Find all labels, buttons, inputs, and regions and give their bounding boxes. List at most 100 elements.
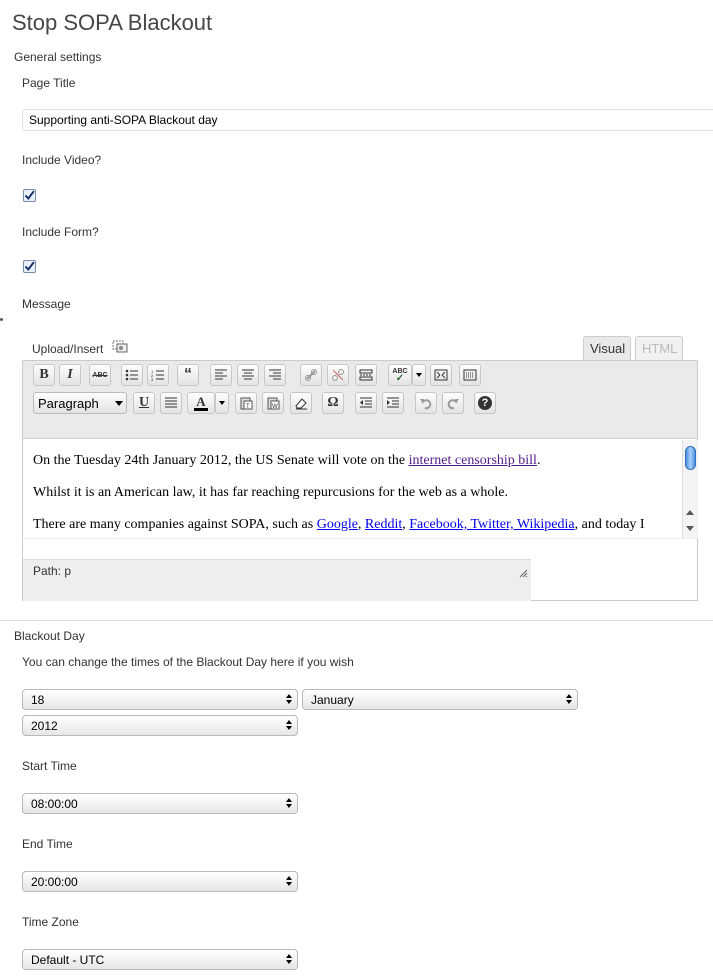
outdent-button[interactable]: [355, 392, 377, 414]
include-video-checkbox[interactable]: [23, 189, 36, 202]
year-select[interactable]: 2012: [22, 715, 298, 736]
unlink-button[interactable]: [327, 364, 349, 386]
facebook-twitter-wikipedia-link[interactable]: Facebook, Twitter, Wikipedia: [409, 517, 574, 532]
resize-handle-icon[interactable]: [518, 568, 528, 578]
align-right-button[interactable]: [264, 364, 286, 386]
end-time-select[interactable]: 20:00:00: [22, 871, 298, 892]
paragraph-text: On the Tuesday 24th January 2012, the US…: [33, 453, 409, 468]
align-left-button[interactable]: [210, 364, 232, 386]
indent-button[interactable]: [382, 392, 404, 414]
start-time-value: 08:00:00: [31, 797, 78, 811]
tab-visual[interactable]: Visual: [583, 336, 631, 360]
strikethrough-button[interactable]: ABC: [89, 364, 111, 386]
google-link[interactable]: Google: [317, 517, 358, 532]
paragraph-text: .: [536, 453, 541, 468]
editor-content[interactable]: On the Tuesday 24th January 2012, the US…: [33, 453, 673, 549]
scrollbar-thumb[interactable]: [685, 446, 696, 470]
undo-button[interactable]: [415, 392, 437, 414]
link-icon: [305, 369, 317, 381]
bold-button[interactable]: B: [33, 364, 55, 386]
text-color-button[interactable]: A: [187, 392, 215, 414]
editor-scrollbar[interactable]: [682, 440, 698, 538]
paste-text-button[interactable]: T: [235, 392, 257, 414]
path-text: Path: p: [33, 564, 72, 578]
end-time-value: 20:00:00: [31, 875, 78, 889]
eraser-icon: [295, 398, 307, 410]
svg-text:W: W: [272, 404, 278, 410]
chevron-down-icon: [219, 401, 225, 405]
day-select[interactable]: 18: [22, 689, 298, 710]
time-zone-select[interactable]: Default - UTC: [22, 949, 298, 970]
align-center-icon: [242, 369, 254, 380]
checkmark-icon: ✓: [395, 373, 405, 384]
bullet-list-button[interactable]: [121, 364, 143, 386]
help-icon: ?: [478, 396, 492, 410]
underline-button[interactable]: U: [133, 392, 155, 414]
updown-arrows-icon: [286, 954, 292, 964]
start-time-select[interactable]: 08:00:00: [22, 793, 298, 814]
color-swatch: [194, 407, 208, 411]
scroll-down-icon[interactable]: [686, 526, 694, 531]
kitchen-sink-icon: [463, 369, 477, 381]
add-media-icon[interactable]: [112, 340, 128, 357]
page-title: Stop SOPA Blackout: [12, 10, 213, 35]
updown-arrows-icon: [286, 876, 292, 886]
numbered-list-icon: 123: [151, 369, 164, 381]
message-label: Message: [22, 297, 71, 311]
help-button[interactable]: ?: [474, 392, 496, 414]
month-select[interactable]: January: [302, 689, 578, 710]
justify-button[interactable]: [160, 392, 182, 414]
numbered-list-button[interactable]: 123: [147, 364, 169, 386]
include-form-label: Include Form?: [22, 225, 99, 239]
insert-link-button[interactable]: [300, 364, 322, 386]
svg-text:T: T: [246, 404, 250, 410]
updown-arrows-icon: [286, 694, 292, 704]
fullscreen-icon: [434, 369, 448, 381]
align-left-icon: [215, 369, 227, 380]
page-title-input[interactable]: Supporting anti-SOPA Blackout day: [22, 109, 713, 131]
redo-button[interactable]: [442, 392, 464, 414]
format-select[interactable]: Paragraph: [33, 392, 127, 414]
blockquote-button[interactable]: “: [177, 364, 199, 386]
editor-path-bar: Path: p: [23, 559, 531, 601]
time-zone-label: Time Zone: [22, 915, 79, 929]
chevron-down-icon: [115, 401, 123, 406]
italic-button[interactable]: I: [59, 364, 81, 386]
text-color-dropdown[interactable]: [215, 392, 229, 414]
kitchen-sink-button[interactable]: [459, 364, 481, 386]
general-settings-heading: General settings: [14, 50, 102, 64]
year-select-value: 2012: [31, 719, 58, 733]
indent-icon: [387, 397, 399, 408]
scroll-up-icon[interactable]: [686, 510, 694, 515]
redo-icon: [447, 399, 459, 410]
start-time-label: Start Time: [22, 759, 77, 773]
outdent-icon: [360, 397, 372, 408]
spellcheck-dropdown[interactable]: [412, 364, 426, 386]
updown-arrows-icon: [286, 720, 292, 730]
internet-censorship-link[interactable]: internet censorship bill: [409, 453, 537, 468]
include-form-checkbox[interactable]: [23, 260, 36, 273]
fullscreen-button[interactable]: [430, 364, 452, 386]
content-paragraph: Whilst it is an American law, it has far…: [33, 485, 508, 500]
tab-html[interactable]: HTML: [635, 336, 683, 360]
quote-icon: “: [184, 366, 192, 383]
bullet-list-icon: [125, 369, 138, 381]
undo-icon: [420, 399, 432, 410]
format-select-value: Paragraph: [38, 396, 99, 411]
chevron-down-icon: [416, 373, 422, 377]
reddit-link[interactable]: Reddit: [365, 517, 402, 532]
paste-word-button[interactable]: W: [262, 392, 284, 414]
checkmark-icon: [24, 261, 35, 272]
bullet-dot: [0, 318, 3, 321]
editor-toolbar: B I ABC 123 “ ABC ✓ Paragraph U A T W Ω …: [23, 361, 697, 439]
align-right-icon: [269, 369, 281, 380]
special-character-button[interactable]: Ω: [322, 392, 344, 414]
insert-more-button[interactable]: [355, 364, 377, 386]
blackout-description: You can change the times of the Blackout…: [22, 655, 354, 669]
align-center-button[interactable]: [237, 364, 259, 386]
updown-arrows-icon: [566, 694, 572, 704]
spellcheck-button[interactable]: ABC ✓: [388, 364, 412, 386]
remove-format-button[interactable]: [290, 392, 312, 414]
section-divider: [0, 620, 713, 621]
paragraph-text: There are many companies against SOPA, s…: [33, 517, 317, 532]
